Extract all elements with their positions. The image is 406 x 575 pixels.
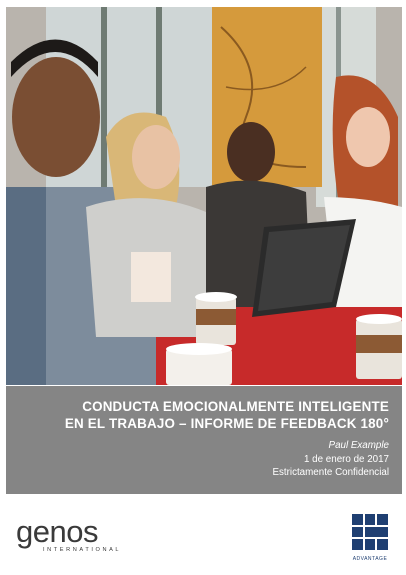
report-date: 1 de enero de 2017 xyxy=(304,453,389,465)
cover-banner: CONDUCTA EMOCIONALMENTE INTELIGENTE EN E… xyxy=(6,386,402,494)
report-title: CONDUCTA EMOCIONALMENTE INTELIGENTE EN E… xyxy=(6,398,389,432)
report-title-line-1: CONDUCTA EMOCIONALMENTE INTELIGENTE xyxy=(82,399,389,414)
person-name: Paul Example xyxy=(328,440,389,451)
advantage-label: ADVANTAGE xyxy=(352,556,388,562)
genos-logo: genos INTERNATIONAL xyxy=(16,514,126,558)
cover-photo xyxy=(6,7,402,385)
confidentiality-label: Estrictamente Confidencial xyxy=(272,467,389,478)
report-meta: Paul Example 1 de enero de 2017 Estricta… xyxy=(6,439,389,480)
report-title-line-2: EN EL TRABAJO – INFORME DE FEEDBACK 180° xyxy=(64,416,389,431)
genos-international-label: INTERNATIONAL xyxy=(43,547,122,553)
advantage-logo: ADVANTAGE xyxy=(350,514,390,562)
cover-photo-illustration xyxy=(6,7,402,385)
genos-wordmark: genos xyxy=(16,514,98,549)
advantage-logo-icon xyxy=(352,514,388,550)
